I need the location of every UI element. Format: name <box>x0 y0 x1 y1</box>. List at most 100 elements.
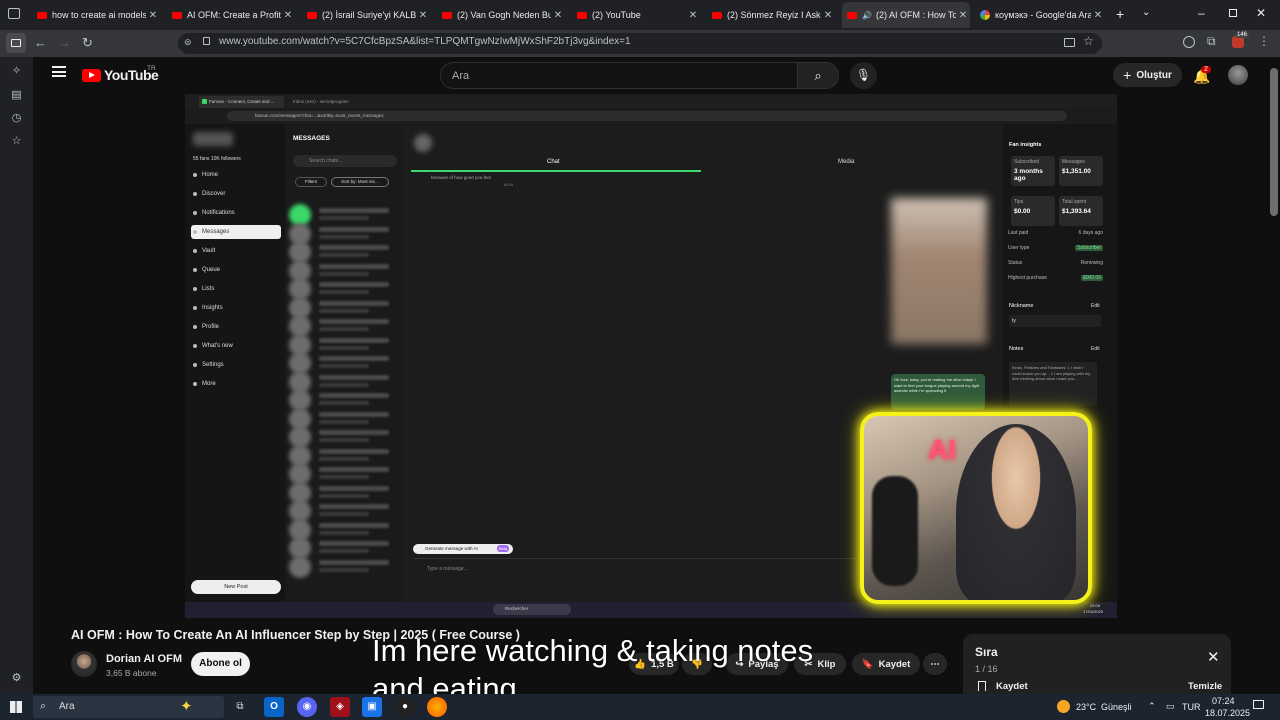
tab-search-icon[interactable] <box>8 8 20 19</box>
site-info-icon[interactable]: ⊜ <box>184 37 192 48</box>
account-icon[interactable] <box>1183 36 1195 48</box>
recorded-conversation-row <box>289 370 399 393</box>
browser-tab[interactable]: 🔊(2) AI OFM : How To Cr✕ <box>842 2 970 28</box>
browser-nav-bar: ← → ↻ ⊜ ☆ ⧉ 146 ⋮ <box>0 30 1280 57</box>
extensions-puzzle-icon[interactable]: ⧉ <box>1207 34 1216 49</box>
page-scrollbar-thumb[interactable] <box>1270 68 1278 216</box>
browser-tab[interactable]: AI OFM: Create a Profitable✕ <box>167 2 295 28</box>
recorded-type-message: Type a message... <box>427 566 468 572</box>
minimize-button[interactable]: – <box>1198 6 1205 20</box>
youtube-favicon-icon <box>847 11 857 19</box>
youtube-favicon-icon <box>442 11 452 19</box>
voice-search-button[interactable]: 🎙 <box>850 62 877 89</box>
discord-icon[interactable]: ◉ <box>297 697 317 717</box>
windows-start-icon[interactable] <box>10 701 22 713</box>
recorded-sidebar-label: Profile <box>202 324 220 330</box>
browser-tab[interactable]: how to create ai models fo✕ <box>32 2 160 28</box>
recorded-left-sidebar <box>185 124 285 618</box>
weather-temp[interactable]: 23°C <box>1076 702 1096 712</box>
notification-center-icon[interactable] <box>1253 700 1264 709</box>
subscribe-button[interactable]: Abone ol <box>191 652 250 676</box>
tray-chevron-icon[interactable]: ⌃ <box>1148 701 1156 712</box>
firefox-icon[interactable] <box>427 697 447 717</box>
taskbar-search-highlight-icon: ✦ <box>180 698 193 715</box>
weather-desc[interactable]: Güneşli <box>1101 702 1132 712</box>
browser-tab[interactable]: (2) Sönmez Reyiz I Askerlik✕ <box>707 2 835 28</box>
tab-close-icon[interactable]: ✕ <box>821 10 835 21</box>
language-indicator[interactable]: TUR <box>1182 702 1201 712</box>
recorded-insight-card-value: $1,393.64 <box>1062 208 1091 215</box>
recorded-chat-tab: Chat <box>547 159 560 165</box>
browser-tab[interactable]: (2) Van Gogh Neden Bu Ka✕ <box>437 2 565 28</box>
recorded-insights-title: Fan insights <box>1009 142 1042 148</box>
tab-close-icon[interactable]: ✕ <box>416 10 430 21</box>
tab-close-icon[interactable]: ✕ <box>956 10 970 21</box>
bookmarks-icon[interactable]: ☆ <box>10 135 23 148</box>
queue-save-label[interactable]: Kaydet <box>996 681 1028 692</box>
url-text: www.youtube.com/watch?v=5C7CfcBpzSA&list… <box>219 36 631 47</box>
recorded-conversation-row <box>289 296 399 319</box>
recorded-nickname-value: ty <box>1012 318 1016 324</box>
channel-avatar[interactable] <box>71 651 97 677</box>
queue-save-bookmark-icon[interactable] <box>978 681 986 691</box>
recorded-sidebar-label: Messages <box>202 229 230 235</box>
recorded-sidebar-item: Settings <box>193 362 224 368</box>
restore-button[interactable] <box>1229 9 1237 17</box>
recorded-conversation-row <box>289 352 399 374</box>
browser-tab[interactable]: (2) İsrail Suriye'yi KALBİNDE✕ <box>302 2 430 28</box>
forward-button[interactable]: → <box>58 35 71 50</box>
tab-close-icon[interactable]: ✕ <box>1091 10 1105 21</box>
user-avatar[interactable] <box>1228 65 1248 85</box>
video-player[interactable]: Fanvue - Connect, Create and ... Inbox (… <box>185 94 1117 618</box>
close-window-button[interactable]: ✕ <box>1256 6 1266 20</box>
tab-list-chevron-icon[interactable]: ⌄ <box>1142 7 1150 18</box>
taskbar-search-box[interactable]: Ara <box>33 696 224 718</box>
ai-sparkle-icon[interactable]: ✧ <box>10 65 23 78</box>
tab-close-icon[interactable]: ✕ <box>686 10 700 21</box>
search-button[interactable]: ⌕ <box>797 62 839 89</box>
tab-audio-icon[interactable]: 🔊 <box>862 11 872 20</box>
recorded-conversation-row <box>289 259 399 282</box>
back-button[interactable]: ← <box>34 35 47 50</box>
recorded-media-blur <box>891 198 987 344</box>
recorded-sidebar-label: Vault <box>202 248 216 254</box>
task-view-icon[interactable]: ⧉ <box>230 697 250 717</box>
browser-tab[interactable]: (2) YouTube ✕ <box>572 2 700 28</box>
blue-app-icon[interactable]: ▣ <box>362 697 382 717</box>
browser-tab-title: AI OFM: Create a Profitable <box>187 10 281 20</box>
browser-tab[interactable]: коумэкэ - Google'da Ara ✕ <box>975 2 1105 28</box>
channel-name[interactable]: Dorian AI OFM <box>106 653 182 665</box>
tab-close-icon[interactable]: ✕ <box>281 10 295 21</box>
recorded-filters-label: Filters <box>304 179 318 184</box>
create-button[interactable]: + Oluştur <box>1113 63 1182 87</box>
red-app-icon[interactable]: ◈ <box>330 697 350 717</box>
extension-badge: 146 <box>1235 32 1250 38</box>
queue-clear-button[interactable]: Temizle <box>1188 681 1222 692</box>
tab-close-icon[interactable]: ✕ <box>551 10 565 21</box>
reading-list-icon[interactable]: ▤ <box>10 89 23 102</box>
bookmark-star-icon[interactable]: ☆ <box>1083 34 1094 48</box>
more-actions-button[interactable]: ⋯ <box>923 653 947 675</box>
recorded-insight-row-label: Highest purchase <box>1008 275 1047 281</box>
recorded-incoming-bubble: Oh fuck, baby, you're making me alive to… <box>891 374 985 410</box>
history-icon[interactable]: ◷ <box>10 112 23 125</box>
network-icon[interactable]: ▭ <box>1166 701 1175 712</box>
clock-time[interactable]: 07:24 <box>1212 696 1235 706</box>
recorded-sidebar-item: Lists <box>193 286 214 292</box>
new-tab-button[interactable]: + <box>1116 6 1124 22</box>
browser-menu-icon[interactable]: ⋮ <box>1258 34 1270 48</box>
recorded-conversation-row <box>289 537 399 559</box>
recorded-sidebar-label: Home <box>202 172 219 178</box>
obs-icon[interactable]: ● <box>395 697 415 717</box>
install-app-icon[interactable] <box>1064 38 1075 47</box>
tab-close-icon[interactable]: ✕ <box>146 10 160 21</box>
recorded-sidebar-dot-icon <box>193 268 197 272</box>
queue-close-icon[interactable]: ✕ <box>1207 648 1220 666</box>
search-input[interactable]: Ara <box>440 62 798 89</box>
recorded-insight-card: Messages $1,351.00 <box>1059 156 1103 186</box>
settings-gear-icon[interactable]: ⚙ <box>10 672 23 685</box>
reload-button[interactable]: ↻ <box>82 35 93 51</box>
clock-date[interactable]: 18.07.2025 <box>1205 708 1250 718</box>
recorded-conversation-row <box>289 500 399 522</box>
outlook-icon[interactable]: O <box>264 697 284 717</box>
